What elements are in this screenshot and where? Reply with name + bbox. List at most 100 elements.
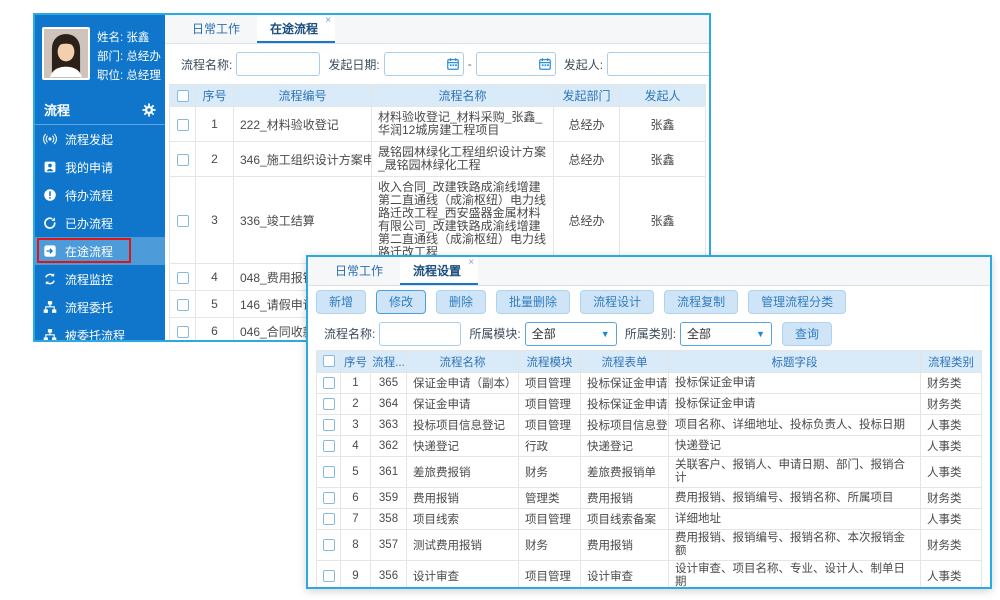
select-all-checkbox[interactable]: [323, 355, 335, 367]
table-row[interactable]: 5361差旅费报销财务差旅费报销单关联客户、报销人、申请日期、部门、报销合计人事…: [317, 457, 982, 488]
cell-form: 投标保证金申请: [581, 373, 669, 394]
cell-module: 项目管理: [519, 415, 581, 436]
row-checkbox[interactable]: [323, 513, 335, 525]
cell-category: 人事类: [921, 415, 982, 436]
chevron-down-icon: ▼: [601, 329, 610, 339]
table-row[interactable]: 1365保证金申请（副本）项目管理投标保证金申请投标保证金申请财务类: [317, 373, 982, 394]
sidebar-item-delegated-processes[interactable]: 被委托流程: [35, 321, 165, 340]
column-header: 序号: [196, 85, 234, 107]
table-row[interactable]: 4362快递登记行政快递登记快递登记人事类: [317, 436, 982, 457]
process-design-button[interactable]: 流程设计: [580, 290, 654, 314]
checkbox-cell: [317, 530, 341, 561]
tab-in-transit[interactable]: 在途流程×: [257, 15, 335, 43]
table-row[interactable]: 2364保证金申请项目管理投标保证金申请投标保证金申请财务类: [317, 394, 982, 415]
row-checkbox[interactable]: [323, 398, 335, 410]
manage-categories-button[interactable]: 管理流程分类: [748, 290, 846, 314]
table-row[interactable]: 7358项目线索项目管理项目线索备案详细地址人事类: [317, 509, 982, 530]
column-header: 流程类别: [921, 351, 982, 373]
search-button[interactable]: 查询: [782, 322, 832, 346]
cell-name-text: 晟铭园林绿化工程组织设计方案_晟铭园林绿化工程: [378, 146, 547, 172]
cell-no: 2: [341, 394, 371, 415]
table-row[interactable]: 6359费用报销管理类费用报销费用报销、报销编号、报销名称、所属项目财务类: [317, 488, 982, 509]
cell-name-text: 收入合同_改建铁路成渝线增建第二直通线（成渝枢纽）电力线路迁改工程_西安盛器金属…: [378, 181, 547, 259]
row-checkbox[interactable]: [323, 492, 335, 504]
row-checkbox[interactable]: [177, 119, 189, 131]
cell-name: 快递登记: [407, 436, 519, 457]
table-row[interactable]: 8357测试费用报销财务费用报销费用报销、报销编号、报销名称、本次报销金额财务类: [317, 530, 982, 561]
initiator-input[interactable]: [607, 52, 709, 76]
batch-delete-button[interactable]: 批量删除: [496, 290, 570, 314]
sidebar-item-my-applications[interactable]: 我的申请: [35, 153, 165, 181]
tab-close-icon[interactable]: ×: [468, 258, 474, 268]
table-row[interactable]: 9356设计审查项目管理设计审查设计审查、项目名称、专业、设计人、制单日期人事类: [317, 561, 982, 590]
cell-code: 222_材料验收登记: [234, 107, 372, 142]
tab-process-settings[interactable]: 流程设置×: [400, 257, 478, 285]
table-row[interactable]: 3363投标项目信息登记项目管理投标项目信息登记项目名称、详细地址、投标负责人、…: [317, 415, 982, 436]
row-checkbox[interactable]: [323, 466, 335, 478]
transit-icon: [43, 244, 57, 258]
cell-name: 设计审查: [407, 561, 519, 590]
cell-no: 1: [196, 107, 234, 142]
cell-name: 材料验收登记_材料采购_张鑫_华润12城房建工程项目: [372, 107, 554, 142]
cell-no: 5: [341, 457, 371, 488]
row-checkbox[interactable]: [323, 440, 335, 452]
module-select[interactable]: 全部 ▼: [525, 322, 617, 346]
table-row[interactable]: 2346_施工组织设计方案申请晟铭园林绿化工程组织设计方案_晟铭园林绿化工程总经…: [170, 142, 706, 177]
initiator-label: 发起人:: [564, 56, 603, 73]
cell-module: 管理类: [519, 488, 581, 509]
row-checkbox[interactable]: [177, 299, 189, 311]
row-checkbox[interactable]: [323, 419, 335, 431]
cell-title-fields: 费用报销、报销编号、报销名称、本次报销金额: [669, 530, 921, 561]
checkbox-cell: [317, 457, 341, 488]
add-button[interactable]: 新增: [316, 290, 366, 314]
chevron-down-icon: ▼: [756, 329, 765, 339]
process-name-input[interactable]: [379, 322, 461, 346]
cell-form: 费用报销: [581, 530, 669, 561]
select-all-checkbox[interactable]: [177, 90, 189, 102]
row-checkbox[interactable]: [177, 272, 189, 284]
process-name-input[interactable]: [236, 52, 320, 76]
cell-category: 人事类: [921, 509, 982, 530]
edit-button[interactable]: 修改: [376, 290, 426, 314]
cell-code: 364: [371, 394, 407, 415]
menu-title: 流程: [44, 100, 70, 119]
row-checkbox[interactable]: [323, 570, 335, 582]
row-checkbox[interactable]: [177, 215, 189, 227]
row-checkbox[interactable]: [323, 377, 335, 389]
window2-tabbar: 日常工作 流程设置×: [308, 257, 990, 286]
avatar-portrait: [44, 29, 88, 78]
row-checkbox[interactable]: [177, 154, 189, 166]
category-select[interactable]: 全部 ▼: [680, 322, 772, 346]
row-checkbox[interactable]: [177, 326, 189, 338]
sidebar-item-done-processes[interactable]: 已办流程: [35, 209, 165, 237]
table-row[interactable]: 1222_材料验收登记材料验收登记_材料采购_张鑫_华润12城房建工程项目总经办…: [170, 107, 706, 142]
sidebar-item-process-delegation[interactable]: 流程委托: [35, 293, 165, 321]
checkbox-cell: [317, 509, 341, 530]
sidebar-item-in-transit-processes[interactable]: 在途流程: [35, 237, 165, 265]
tab-close-icon[interactable]: ×: [325, 16, 331, 26]
start-date-to-input[interactable]: [476, 52, 556, 76]
delete-button[interactable]: 删除: [436, 290, 486, 314]
gear-icon[interactable]: [142, 103, 156, 117]
sidebar-item-process-monitor[interactable]: 流程监控: [35, 265, 165, 293]
row-checkbox[interactable]: [323, 539, 335, 551]
cell-code: 362: [371, 436, 407, 457]
cell-code: 346_施工组织设计方案申请: [234, 142, 372, 177]
cell-no: 6: [341, 488, 371, 509]
cell-code: 357: [371, 530, 407, 561]
process-settings-table: 序号流程...流程名称流程模块流程表单标题字段流程类别1365保证金申请（副本）…: [316, 350, 982, 589]
process-copy-button[interactable]: 流程复制: [664, 290, 738, 314]
cell-dept: 总经办: [554, 177, 620, 264]
cell-person: 张鑫: [620, 142, 706, 177]
avatar: [42, 27, 90, 80]
cell-name: 项目线索: [407, 509, 519, 530]
table-row[interactable]: 3336_竣工结算收入合同_改建铁路成渝线增建第二直通线（成渝枢纽）电力线路迁改…: [170, 177, 706, 264]
tab-daily-work[interactable]: 日常工作: [322, 257, 400, 285]
sidebar-item-todo-processes[interactable]: 待办流程: [35, 181, 165, 209]
cell-dept: 总经办: [554, 107, 620, 142]
tab-label: 日常工作: [335, 264, 383, 278]
start-date-from-input[interactable]: [384, 52, 464, 76]
sidebar-item-process-start[interactable]: 流程发起: [35, 125, 165, 153]
cell-form: 差旅费报销单: [581, 457, 669, 488]
tab-daily-work[interactable]: 日常工作: [179, 15, 257, 43]
